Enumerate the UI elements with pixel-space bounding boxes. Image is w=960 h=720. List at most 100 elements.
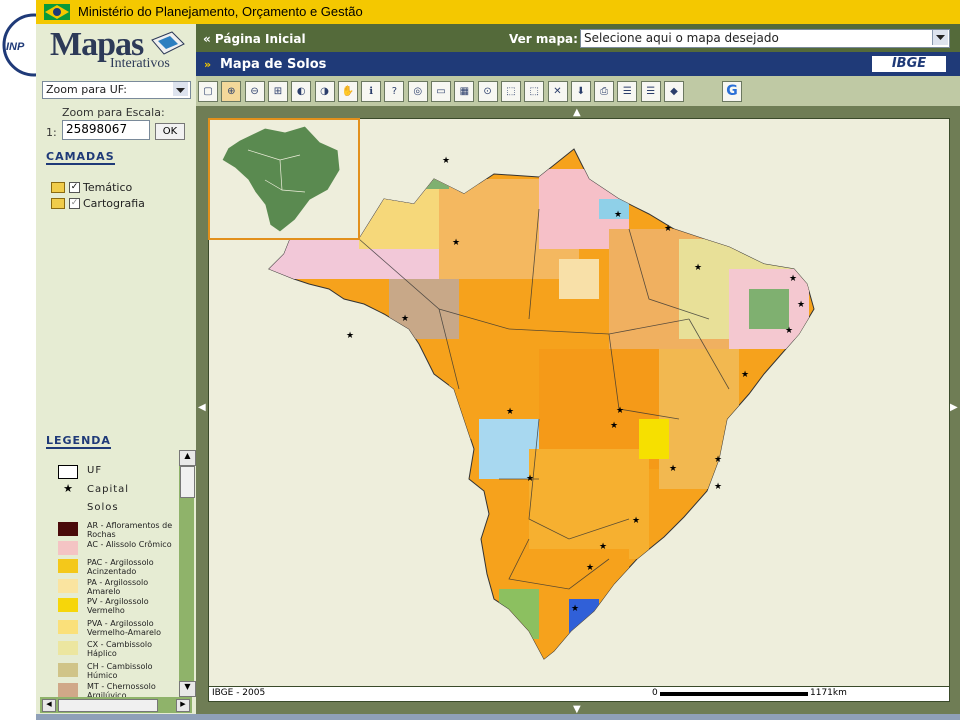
- scale-max-label: 1171km: [810, 688, 847, 698]
- home-link[interactable]: « Página Inicial: [203, 32, 306, 46]
- export-icon[interactable]: ◆: [664, 81, 684, 102]
- svg-text:★: ★: [797, 300, 805, 310]
- scale-prefix: 1:: [46, 126, 57, 139]
- map-select-value: Selecione aqui o mapa desejado: [584, 31, 779, 45]
- scale-bar: [660, 692, 808, 696]
- select-box-icon[interactable]: ⬚: [524, 81, 545, 102]
- zoom-next-icon[interactable]: ◑: [314, 81, 335, 102]
- layers-icon[interactable]: ▦: [454, 81, 475, 102]
- legend-label: PV - Argilossolo Vermelho: [87, 597, 149, 615]
- logo-subtitle: Interativos: [110, 56, 170, 71]
- svg-text:★: ★: [789, 274, 797, 284]
- legend-label: AC - Alissolo Crômico: [87, 540, 172, 549]
- zoom-in-icon[interactable]: ⊕: [221, 81, 242, 102]
- legend-label: Capital: [87, 484, 130, 495]
- svg-text:★: ★: [714, 482, 722, 492]
- brazil-flag-icon: [44, 4, 70, 20]
- google-icon[interactable]: G: [722, 81, 742, 102]
- layer-checkbox-tematico[interactable]: ✓: [69, 182, 80, 193]
- svg-text:★: ★: [586, 563, 594, 573]
- svg-text:★: ★: [714, 455, 722, 465]
- capital-star-icon: ★: [63, 482, 73, 495]
- pan-right-icon[interactable]: ▶: [950, 402, 958, 413]
- binoculars-icon[interactable]: ◎: [407, 81, 428, 102]
- svg-text:★: ★: [741, 370, 749, 380]
- legend-label: PAC - Argilossolo Acinzentado: [87, 558, 154, 576]
- legend-swatch: [58, 641, 78, 655]
- svg-text:★: ★: [694, 263, 702, 273]
- measure-icon[interactable]: ▭: [431, 81, 451, 102]
- svg-text:INP: INP: [6, 41, 25, 53]
- legend-label: CX - Cambissolo Háplico: [87, 640, 152, 658]
- svg-text:★: ★: [610, 421, 618, 431]
- svg-text:★: ★: [669, 464, 677, 474]
- svg-text:★: ★: [506, 407, 514, 417]
- svg-text:★: ★: [614, 210, 622, 220]
- scroll-up-icon[interactable]: ▲: [179, 450, 196, 466]
- layer-label-tematico: Temático: [83, 181, 133, 194]
- scale-min-label: 0: [652, 688, 658, 698]
- left-gutter: [0, 0, 36, 720]
- scroll-down-icon[interactable]: ▼: [179, 681, 196, 697]
- folder-icon: [51, 182, 65, 193]
- layer-label-cartografia: Cartografia: [83, 197, 145, 210]
- legend-swatch: [58, 683, 78, 697]
- select-icon[interactable]: ⬚: [500, 81, 521, 102]
- svg-text:★: ★: [599, 542, 607, 552]
- government-title: Ministério do Planejamento, Orçamento e …: [78, 4, 363, 19]
- overview-inset-map[interactable]: [208, 118, 360, 240]
- center-icon[interactable]: ⊙: [477, 81, 498, 102]
- chevron-down-icon[interactable]: [932, 30, 948, 45]
- legend-swatch: [58, 620, 78, 634]
- svg-text:★: ★: [401, 314, 409, 324]
- svg-text:★: ★: [452, 238, 460, 248]
- horizontal-scrollbar[interactable]: ◀ ▶: [40, 697, 192, 713]
- report2-icon[interactable]: ☰: [640, 81, 661, 102]
- zoom-scale-label: Zoom para Escala:: [62, 106, 165, 119]
- layer-checkbox-cartografia[interactable]: ✓: [69, 198, 80, 209]
- map-title: Mapa de Solos: [220, 57, 327, 72]
- svg-text:★: ★: [616, 406, 624, 416]
- legend-swatch: [58, 598, 78, 612]
- scroll-thumb[interactable]: [180, 466, 195, 498]
- svg-text:★: ★: [526, 474, 534, 484]
- legend-label: Solos: [87, 502, 119, 513]
- chevron-down-icon[interactable]: [173, 82, 188, 96]
- report-icon[interactable]: ☰: [617, 81, 638, 102]
- print-icon[interactable]: ⎙: [594, 81, 615, 102]
- brazil-overview: [221, 125, 341, 233]
- legend-swatch: [58, 559, 78, 573]
- svg-text:★: ★: [571, 604, 579, 614]
- legend-swatch: [58, 663, 78, 677]
- pan-up-icon[interactable]: ▲: [573, 107, 581, 118]
- legend-swatch: [58, 541, 78, 555]
- ok-button[interactable]: OK: [155, 123, 185, 140]
- clear-selection-icon[interactable]: ✕: [547, 81, 568, 102]
- ibge-logo[interactable]: IBGE: [872, 56, 946, 72]
- map-book-icon: [151, 31, 185, 55]
- legend-label: UF: [87, 465, 103, 476]
- svg-text:★: ★: [632, 516, 640, 526]
- help-icon[interactable]: ?: [384, 81, 405, 102]
- legend-swatch-uf: [58, 465, 78, 479]
- full-extent-icon[interactable]: ▢: [198, 81, 218, 102]
- zoom-out-icon[interactable]: ⊖: [244, 81, 265, 102]
- download-icon[interactable]: ⬇: [570, 81, 591, 102]
- pan-left-icon[interactable]: ◀: [198, 402, 206, 413]
- legend-swatch: [58, 579, 78, 593]
- map-select-label: Ver mapa:: [509, 32, 578, 46]
- pan-hand-icon[interactable]: ✋: [337, 81, 358, 102]
- folder-icon: [51, 198, 65, 209]
- scale-input-value: 25898067: [66, 122, 128, 136]
- layers-header: CAMADAS: [46, 150, 115, 165]
- inpe-logo: INP: [2, 13, 40, 77]
- zoom-box-icon[interactable]: ⊞: [267, 81, 288, 102]
- svg-text:★: ★: [442, 156, 450, 166]
- svg-text:★: ★: [664, 224, 672, 234]
- zoom-previous-icon[interactable]: ◐: [291, 81, 312, 102]
- bottom-border: [36, 714, 960, 720]
- legend-label: CH - Cambissolo Húmico: [87, 662, 153, 680]
- info-icon[interactable]: ℹ: [361, 81, 382, 102]
- double-chevron-icon: »: [204, 58, 212, 71]
- zoom-uf-label: Zoom para UF:: [46, 83, 127, 96]
